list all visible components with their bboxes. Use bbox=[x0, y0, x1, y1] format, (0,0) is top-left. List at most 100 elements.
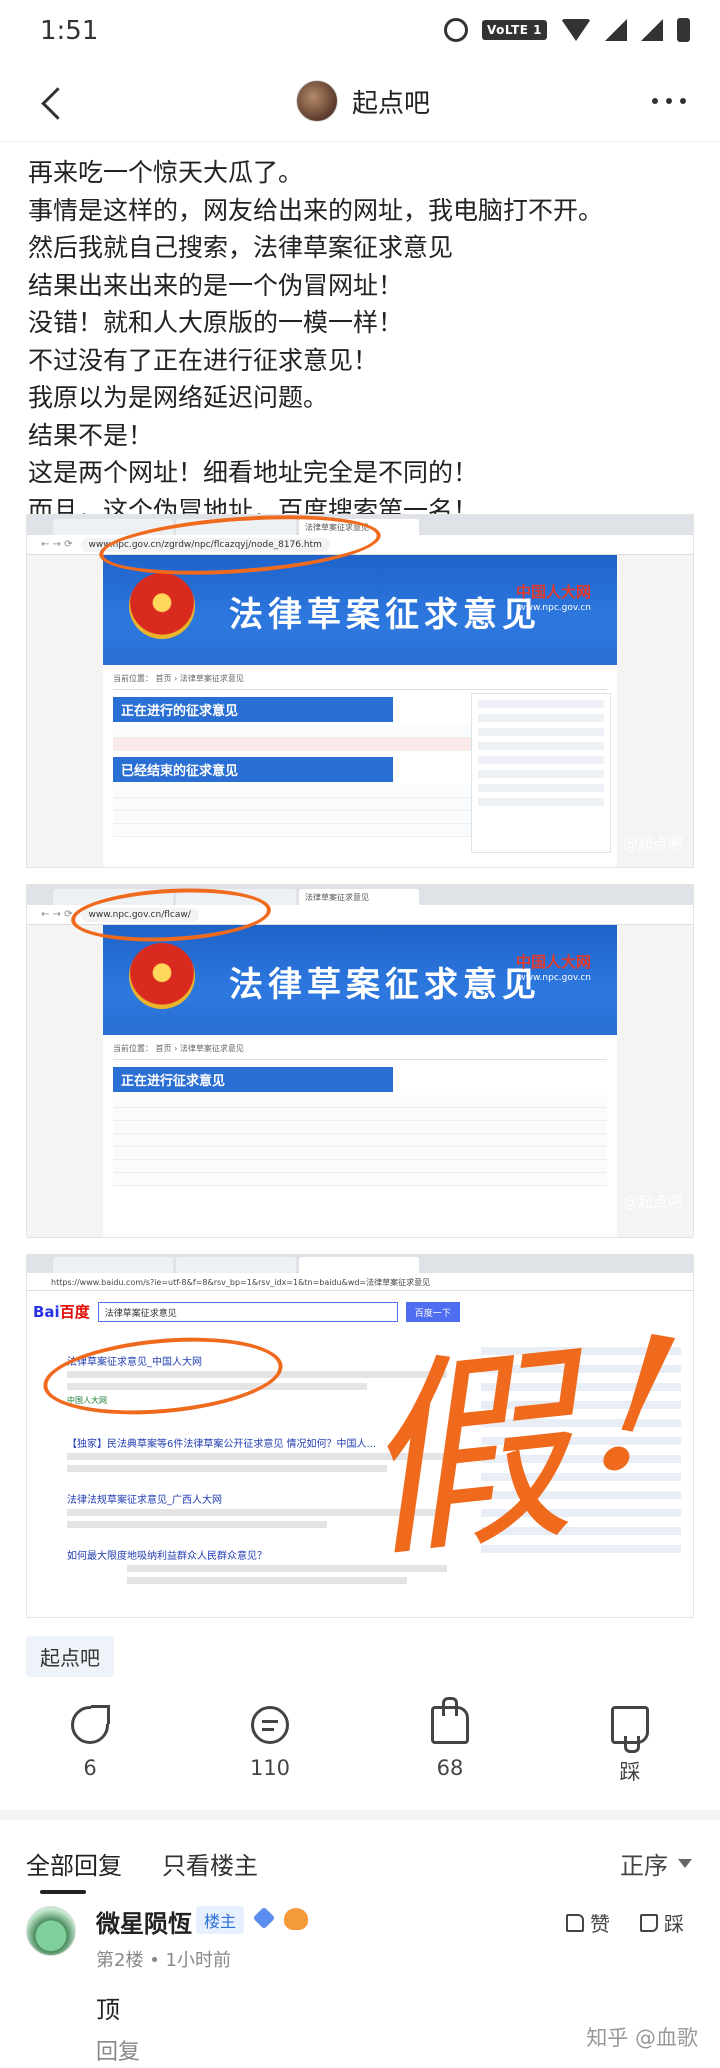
post-line: 不过没有了正在进行征求意见！ bbox=[28, 345, 379, 375]
volte-icon: VoLTE 1 bbox=[482, 20, 547, 40]
browser-tab bbox=[299, 1257, 419, 1273]
comment-dislike-button[interactable]: 踩 bbox=[640, 1908, 684, 1937]
meta-separator: • bbox=[149, 1950, 166, 1971]
fake-annotation: 假 bbox=[346, 1322, 582, 1589]
floor-number: 第2楼 bbox=[96, 1950, 144, 1971]
like-count: 68 bbox=[436, 1756, 464, 1780]
forum-header[interactable]: 起点吧 bbox=[296, 80, 430, 122]
post-line: 再来吃一个惊天大瓜了。 bbox=[28, 158, 304, 187]
topic-tag[interactable]: 起点吧 bbox=[26, 1636, 114, 1677]
breadcrumb: 当前位置： 首页 › 法律草案征求意见 bbox=[113, 673, 607, 690]
npc-logo-url: www.npc.gov.cn bbox=[518, 603, 591, 613]
table-row bbox=[113, 1147, 607, 1160]
search-result-title: 如何最大限度地吸纳利益群众人民群众意见？ bbox=[67, 1551, 267, 1562]
national-emblem-icon bbox=[129, 943, 195, 1009]
search-result-title: 【独家】民法典草案等6件法律草案公开征求意见 情况如何？中国人... bbox=[67, 1439, 377, 1450]
caret-down-icon bbox=[678, 1859, 692, 1868]
table-row bbox=[113, 1108, 607, 1121]
dislike-button[interactable]: 踩 bbox=[590, 1706, 670, 1786]
forum-avatar[interactable] bbox=[296, 80, 338, 122]
status-bar: 1:51 VoLTE 1 bbox=[0, 0, 720, 64]
annotation-circle bbox=[40, 1328, 286, 1424]
comment-body: 顶 bbox=[96, 1996, 120, 2024]
alarm-icon bbox=[444, 18, 469, 42]
thumbs-up-icon bbox=[431, 1697, 469, 1744]
comment-like-button[interactable]: 赞 bbox=[566, 1908, 610, 1937]
reply-button[interactable]: 回复 bbox=[96, 2034, 140, 2066]
post-line: 然后我就自己搜索，法律草案征求意见 bbox=[28, 233, 454, 262]
share-icon bbox=[71, 1705, 110, 1744]
table-row bbox=[113, 1134, 607, 1147]
npc-logo-url: www.npc.gov.cn bbox=[518, 973, 591, 983]
comment-icon bbox=[251, 1706, 289, 1744]
banner-title: 法律草案征求意见 bbox=[229, 595, 541, 635]
active-tab-indicator bbox=[40, 1890, 86, 1894]
table-row bbox=[113, 1173, 607, 1186]
npc-banner: 法律草案征求意见 中国人大网 www.npc.gov.cn bbox=[103, 925, 617, 1035]
nav-arrows-icon: ← → ⟳ bbox=[41, 539, 73, 550]
baidu-logo: Bai百度 bbox=[33, 1303, 90, 1321]
comment-dislike-label: 踩 bbox=[664, 1912, 684, 1936]
thumbs-down-icon bbox=[611, 1706, 649, 1753]
post-line: 没错！就和人大原版的一模一样！ bbox=[28, 308, 404, 337]
section-ended: 已经结束的征求意见 bbox=[113, 757, 393, 782]
thumbs-down-icon bbox=[640, 1913, 658, 1932]
dislike-label: 踩 bbox=[619, 1760, 641, 1784]
op-badge: 楼主 bbox=[196, 1906, 245, 1934]
national-emblem-icon bbox=[129, 573, 195, 639]
browser-tab bbox=[176, 1257, 296, 1273]
level-badge-icon bbox=[252, 1906, 276, 1930]
nav-arrows-icon: ← → ⟳ bbox=[41, 909, 73, 920]
sidebar-panel bbox=[471, 693, 611, 853]
image-watermark: @起点吧 bbox=[622, 1193, 683, 1211]
tab-op-only[interactable]: 只看楼主 bbox=[162, 1846, 258, 1881]
table-row bbox=[113, 1121, 607, 1134]
post-action-bar: 6 110 68 踩 bbox=[0, 1697, 720, 1810]
comment-button[interactable]: 110 bbox=[230, 1706, 310, 1780]
search-result-title: 法律法规草案征求意见_广西人大网 bbox=[67, 1495, 222, 1506]
tab-all-replies[interactable]: 全部回复 bbox=[26, 1846, 122, 1881]
browser-tab: 法律草案征求意见 bbox=[299, 889, 419, 905]
breadcrumb: 当前位置： 首页 › 法律草案征求意见 bbox=[113, 1043, 607, 1060]
table-row bbox=[113, 1160, 607, 1173]
image-watermark: @起点吧 bbox=[622, 835, 683, 853]
address-url: https://www.baidu.com/s?ie=utf-8&f=8&rsv… bbox=[27, 1273, 693, 1291]
comment-item: 微星陨恆 楼主 第2楼 • 1小时前 顶 回复 赞 踩 知乎 @血歌 bbox=[0, 1898, 720, 2068]
sort-order-button[interactable]: 正序 bbox=[620, 1846, 692, 1881]
section-ongoing: 正在进行征求意见 bbox=[113, 1067, 393, 1092]
status-time: 1:51 bbox=[40, 16, 99, 46]
thumbs-up-icon bbox=[566, 1913, 584, 1932]
post-image-2[interactable]: 法律草案征求意见 ← → ⟳ www.npc.gov.cn/flcaw/ 法律草… bbox=[26, 884, 694, 1238]
share-button[interactable]: 6 bbox=[50, 1705, 130, 1780]
post-line: 我原以为是网络延迟问题。 bbox=[28, 383, 329, 412]
status-icons: VoLTE 1 bbox=[444, 18, 690, 42]
like-button[interactable]: 68 bbox=[410, 1697, 490, 1780]
npc-logo: 中国人大网 bbox=[515, 583, 591, 601]
table-row bbox=[113, 1095, 607, 1108]
post-body: 再来吃一个惊天大瓜了。 事情是这样的，网友给出来的网址，我电脑打不开。 然后我就… bbox=[28, 154, 698, 529]
wifi-icon bbox=[561, 19, 591, 41]
npc-page-body: 当前位置： 首页 › 法律草案征求意见 正在进行征求意见 bbox=[103, 1035, 617, 1237]
sort-label: 正序 bbox=[620, 1852, 668, 1880]
section-divider bbox=[0, 1810, 720, 1820]
comment-like-label: 赞 bbox=[590, 1912, 610, 1936]
browser-tab bbox=[53, 1257, 173, 1273]
more-options-icon[interactable] bbox=[652, 98, 686, 104]
commenter-name[interactable]: 微星陨恆 bbox=[96, 1904, 192, 1939]
comment-count: 110 bbox=[249, 1756, 291, 1780]
result-snippet bbox=[127, 1577, 407, 1584]
commenter-avatar[interactable] bbox=[26, 1906, 76, 1956]
post-image-3[interactable]: https://www.baidu.com/s?ie=utf-8&f=8&rsv… bbox=[26, 1254, 694, 1618]
forum-title[interactable]: 起点吧 bbox=[352, 83, 430, 120]
comment-tabs: 全部回复 只看楼主 正序 bbox=[0, 1820, 720, 1898]
post-line: 结果出来出来的是一个伪冒网址！ bbox=[28, 270, 404, 300]
result-snippet bbox=[67, 1521, 327, 1528]
post-line: 事情是这样的，网友给出来的网址，我电脑打不开。 bbox=[28, 195, 604, 225]
signal-icon-2 bbox=[641, 19, 663, 41]
site-watermark: 知乎 @血歌 bbox=[586, 2026, 698, 2050]
post-image-1[interactable]: 法律草案征求意见 ← → ⟳ www.npc.gov.cn/zgrdw/npc/… bbox=[26, 514, 694, 868]
top-navbar: 起点吧 bbox=[0, 64, 720, 142]
section-ongoing: 正在进行的征求意见 bbox=[113, 697, 393, 722]
signal-icon bbox=[605, 19, 627, 41]
back-arrow-icon[interactable] bbox=[34, 84, 74, 124]
